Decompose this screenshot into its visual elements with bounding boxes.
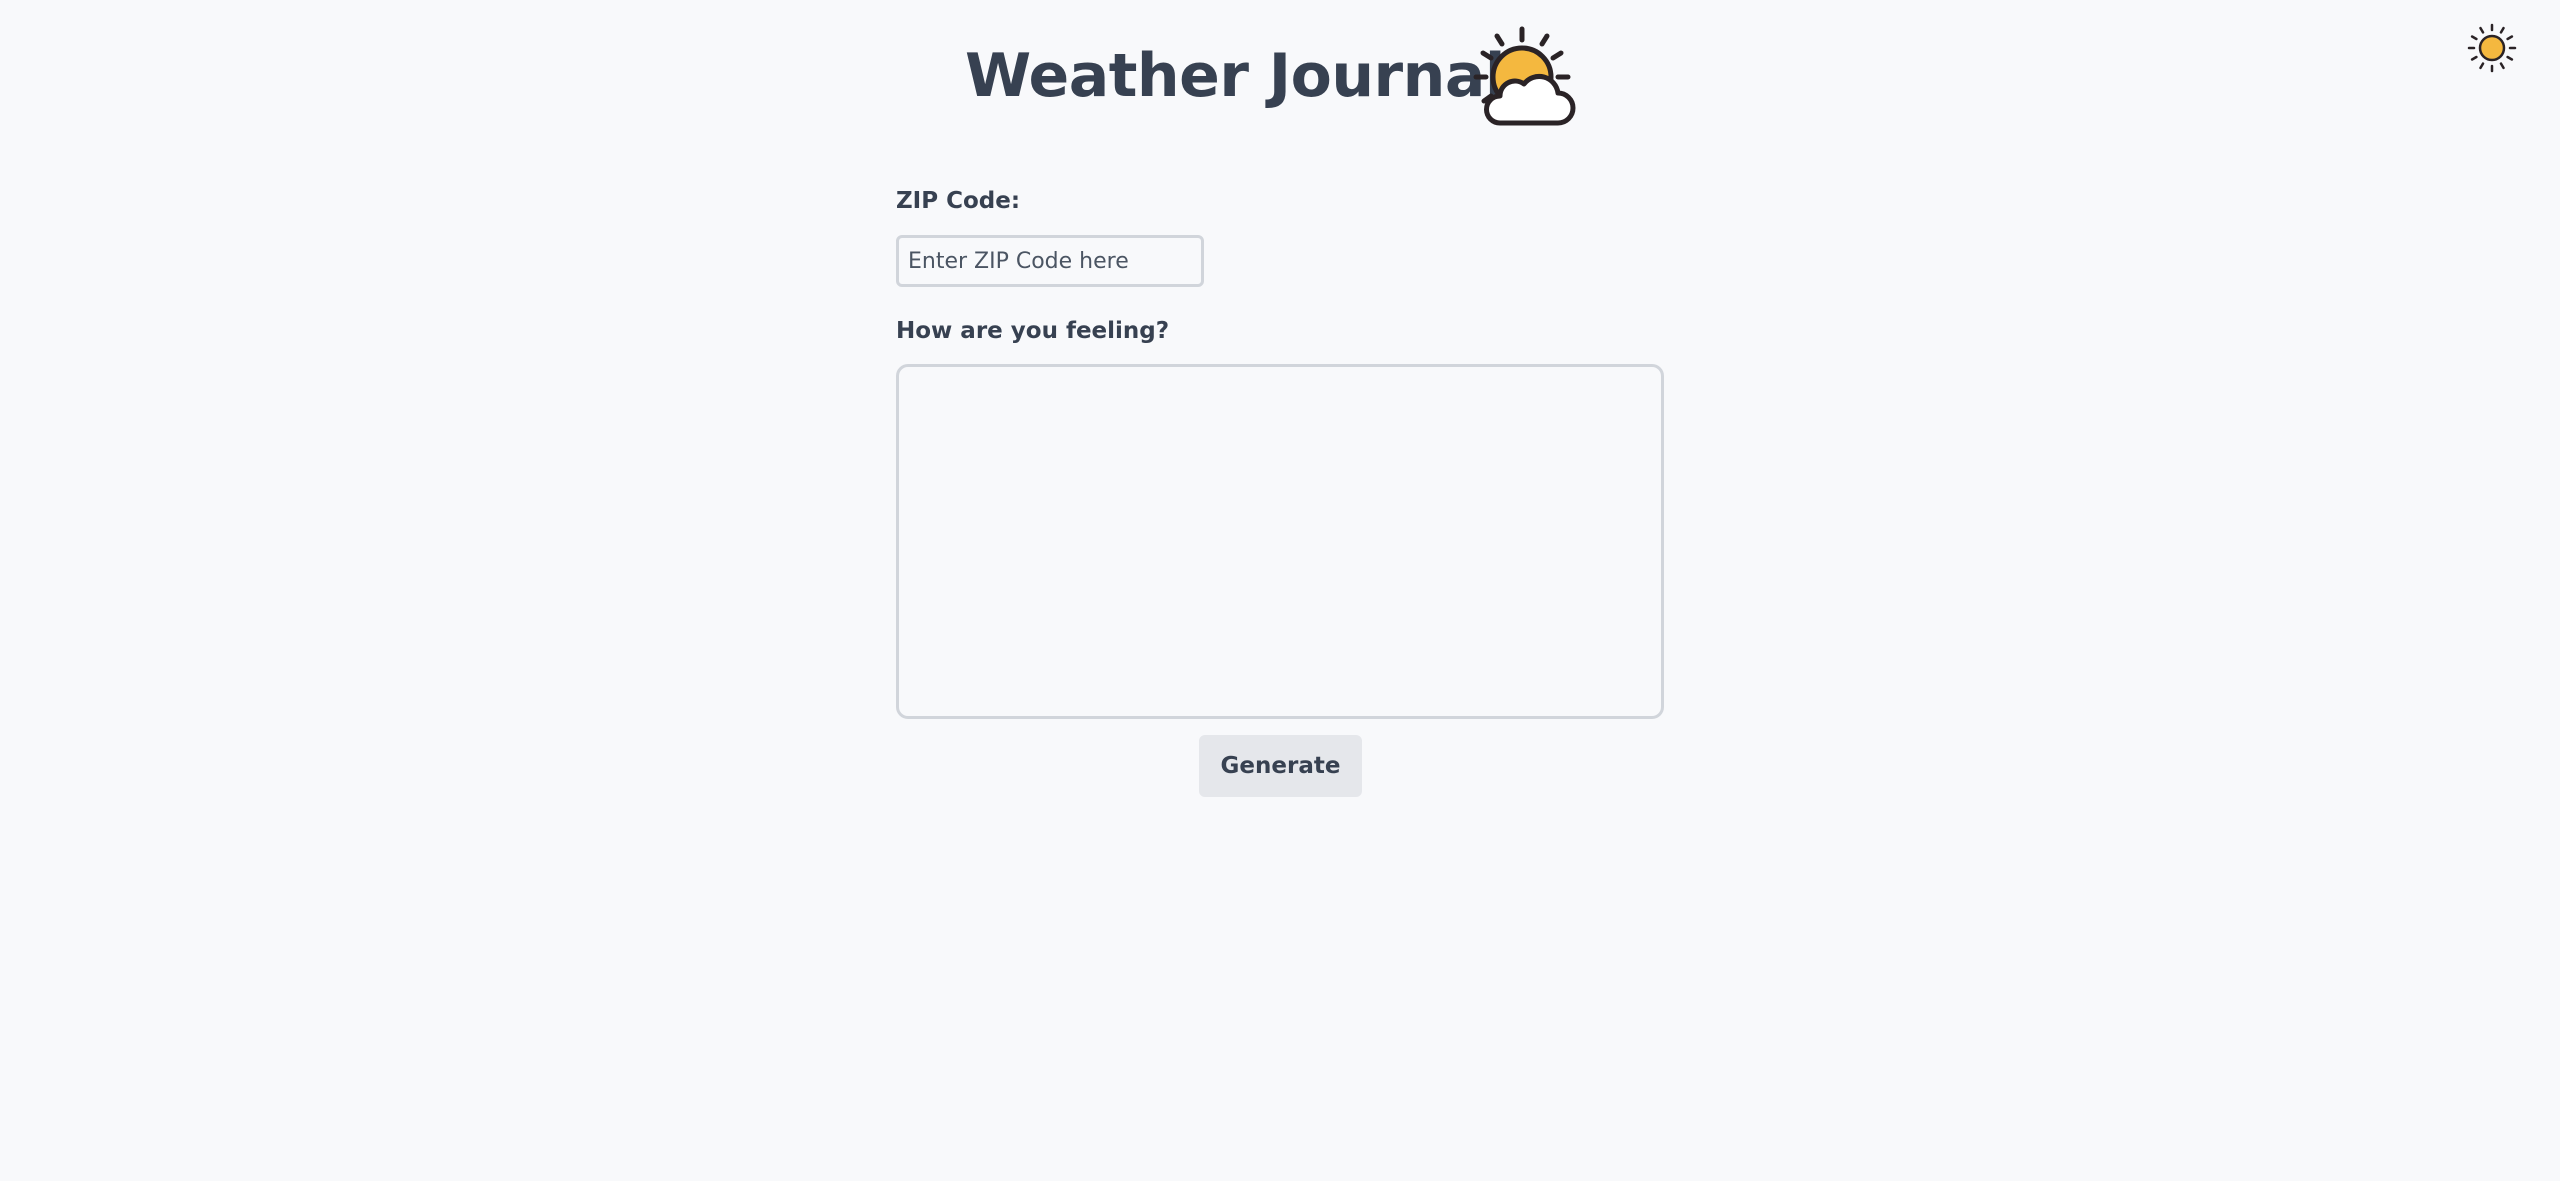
- zip-code-label: ZIP Code:: [896, 188, 1021, 214]
- page-title: Weather Journal: [965, 41, 1505, 111]
- zip-code-input[interactable]: [896, 235, 1204, 287]
- feelings-label: How are you feeling?: [896, 318, 1170, 344]
- sun-icon: [2467, 23, 2517, 73]
- app-header: Weather Journal: [0, 0, 2560, 140]
- feelings-textarea[interactable]: [896, 364, 1664, 719]
- sun-behind-cloud-icon: [1473, 26, 1576, 126]
- theme-toggle-button[interactable]: [2466, 22, 2518, 74]
- generate-button[interactable]: Generate: [1199, 735, 1362, 797]
